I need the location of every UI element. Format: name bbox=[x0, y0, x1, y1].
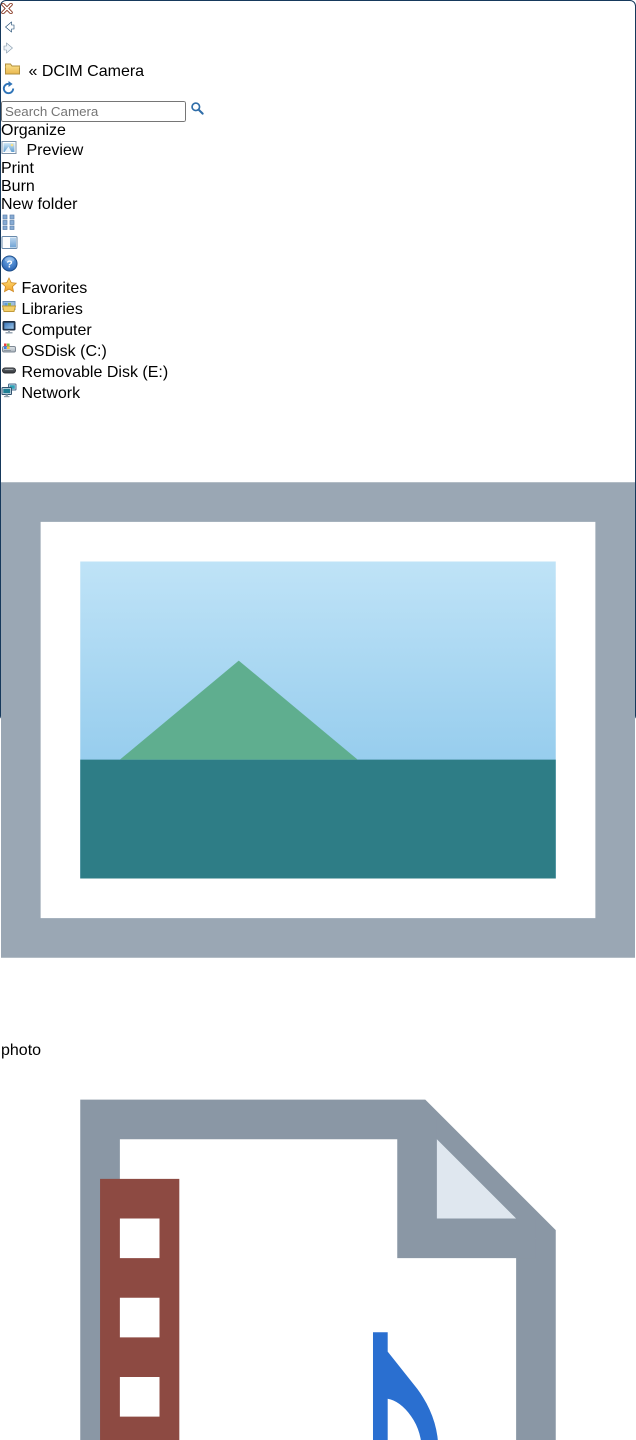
close-icon bbox=[1, 3, 13, 14]
sidebar-item-computer[interactable]: Computer bbox=[1, 319, 635, 340]
file-row: ♪ video bbox=[1, 1060, 635, 1440]
sidebar-item-label: Favorites bbox=[21, 280, 87, 297]
preview-image-icon bbox=[1, 140, 17, 155]
sidebar-item-label: Libraries bbox=[21, 301, 82, 318]
new-folder-label: New folder bbox=[1, 196, 77, 213]
client-area: Organize Preview Print Burn New fo bbox=[1, 122, 635, 1440]
command-toolbar: Organize Preview Print Burn New fo bbox=[1, 122, 635, 277]
libraries-icon bbox=[1, 301, 21, 318]
address-bar[interactable]: « DCIM Camera bbox=[1, 61, 635, 101]
svg-text:?: ? bbox=[6, 259, 12, 270]
forward-arrow-icon bbox=[1, 40, 17, 56]
network-icon bbox=[1, 385, 21, 402]
removable-disk-icon bbox=[1, 364, 21, 381]
preview-label: Preview bbox=[26, 142, 83, 159]
help-icon: ? bbox=[1, 255, 18, 272]
window-controls bbox=[1, 1, 635, 19]
explorer-body: Favorites Libraries bbox=[1, 277, 635, 1440]
star-icon bbox=[1, 280, 21, 297]
file-name: photo bbox=[1, 1042, 41, 1059]
titlebar bbox=[1, 1, 635, 19]
back-button[interactable] bbox=[1, 19, 635, 40]
print-label: Print bbox=[1, 160, 34, 177]
search-icon[interactable] bbox=[190, 101, 205, 116]
help-button[interactable]: ? bbox=[1, 255, 635, 277]
sidebar-item-label: OSDisk (C:) bbox=[21, 343, 106, 360]
refresh-icon bbox=[1, 81, 16, 96]
sidebar-item-osdisk-c[interactable]: OSDisk (C:) bbox=[1, 340, 635, 361]
search-box[interactable] bbox=[1, 101, 635, 122]
sidebar-item-favorites[interactable]: Favorites bbox=[1, 277, 635, 298]
views-grid-icon bbox=[1, 214, 18, 230]
print-button[interactable]: Print bbox=[1, 160, 635, 178]
breadcrumb-item-dcim[interactable]: DCIM bbox=[42, 63, 83, 80]
file-item-photo[interactable]: photo bbox=[1, 1024, 635, 1059]
breadcrumb-item-camera[interactable]: Camera bbox=[87, 63, 144, 80]
navigation-bar: « DCIM Camera bbox=[1, 19, 635, 122]
navigation-pane: Favorites Libraries bbox=[1, 277, 635, 403]
svg-text:♪: ♪ bbox=[278, 1196, 476, 1440]
video-file-icon: ♪ bbox=[1, 1060, 635, 1440]
preview-pane-icon bbox=[1, 235, 18, 250]
organize-button[interactable]: Organize bbox=[1, 122, 635, 140]
new-folder-button[interactable]: New folder bbox=[1, 196, 635, 214]
sidebar-item-network[interactable]: Network bbox=[1, 382, 635, 403]
burn-button[interactable]: Burn bbox=[1, 178, 635, 196]
file-list: photo ♪ video bbox=[1, 403, 635, 1440]
forward-button[interactable] bbox=[1, 40, 635, 61]
image-file-icon bbox=[1, 403, 635, 1037]
refresh-button[interactable] bbox=[1, 81, 635, 101]
sidebar-item-removable-disk-e[interactable]: Removable Disk (E:) bbox=[1, 361, 635, 382]
file-row: photo bbox=[1, 403, 635, 1060]
sidebar-item-label: Removable Disk (E:) bbox=[21, 364, 168, 381]
explorer-window: « DCIM Camera bbox=[0, 0, 636, 720]
change-view-button[interactable] bbox=[1, 214, 635, 235]
os-disk-icon bbox=[1, 343, 21, 360]
sidebar-item-label: Computer bbox=[21, 322, 91, 339]
sidebar-item-libraries[interactable]: Libraries bbox=[1, 298, 635, 319]
computer-icon bbox=[1, 322, 21, 339]
close-button[interactable] bbox=[1, 1, 635, 19]
breadcrumb-overflow-chevron[interactable]: « bbox=[28, 63, 37, 80]
folder-icon[interactable] bbox=[4, 61, 21, 76]
breadcrumb: « DCIM Camera bbox=[1, 61, 635, 81]
search-input[interactable] bbox=[1, 101, 186, 122]
organize-label: Organize bbox=[1, 122, 66, 139]
preview-button[interactable]: Preview bbox=[1, 140, 635, 160]
back-arrow-icon bbox=[1, 19, 17, 35]
sidebar-item-label: Network bbox=[21, 385, 80, 402]
preview-pane-toggle-button[interactable] bbox=[1, 235, 635, 255]
burn-label: Burn bbox=[1, 178, 35, 195]
